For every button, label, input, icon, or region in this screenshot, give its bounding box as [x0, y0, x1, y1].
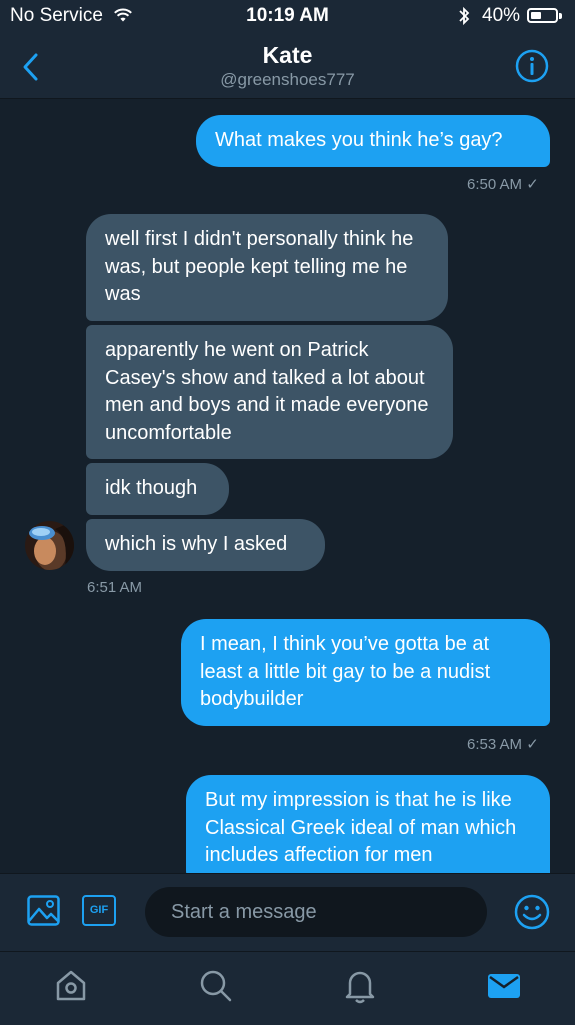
home-icon[interactable] — [55, 968, 87, 1009]
avatar[interactable] — [25, 521, 74, 570]
message-input[interactable] — [145, 887, 487, 937]
conversation-title: Kate — [262, 42, 313, 68]
message-bubble-outgoing[interactable]: What makes you think he’s gay? — [196, 115, 550, 167]
image-icon[interactable] — [27, 895, 60, 931]
emoji-icon[interactable] — [514, 894, 550, 935]
conversation-handle: @greenshoes777 — [220, 70, 355, 89]
battery-percent: 40% — [482, 5, 521, 26]
message-timestamp: 6:51 AM — [87, 579, 143, 596]
notifications-icon[interactable] — [344, 968, 376, 1009]
messages-icon[interactable] — [487, 968, 521, 1009]
message-bubble-incoming[interactable]: idk though — [86, 463, 229, 515]
battery-icon — [527, 8, 558, 23]
message-bubble-incoming[interactable]: apparently he went on Patrick Casey's sh… — [86, 325, 453, 459]
status-bar: No Service 10:19 AM 40% — [0, 0, 575, 34]
message-list[interactable]: What makes you think he’s gay? 6:50 AM ✓… — [0, 99, 575, 873]
gif-button[interactable]: GIF — [82, 895, 116, 926]
message-bubble-outgoing[interactable]: I mean, I think you’ve gotta be at least… — [181, 619, 550, 726]
bluetooth-icon — [458, 6, 470, 31]
message-composer: GIF — [0, 873, 575, 951]
tab-bar — [0, 951, 575, 1025]
conversation-header: Kate @greenshoes777 — [0, 34, 575, 99]
message-timestamp: 6:53 AM ✓ — [467, 736, 539, 753]
message-timestamp: 6:50 AM ✓ — [467, 176, 539, 193]
message-bubble-outgoing[interactable]: But my impression is that he is like Cla… — [186, 775, 550, 873]
message-bubble-incoming[interactable]: well first I didn't personally think he … — [86, 214, 448, 321]
message-bubble-incoming[interactable]: which is why I asked — [86, 519, 325, 571]
search-icon[interactable] — [199, 968, 233, 1009]
info-icon[interactable] — [515, 49, 549, 88]
